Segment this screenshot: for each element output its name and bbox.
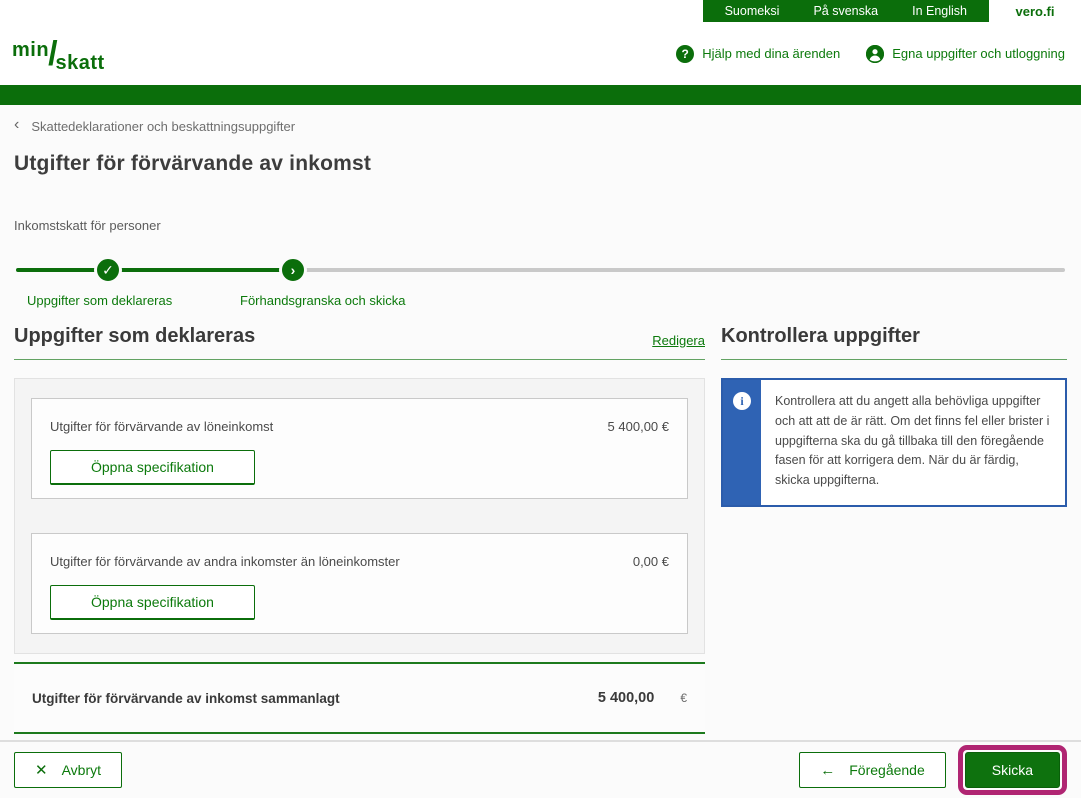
- page-subtitle: Inkomstskatt för personer: [14, 218, 1067, 233]
- expense-row: Utgifter för förvärvande av löneinkomst …: [50, 419, 669, 434]
- total-currency: €: [680, 691, 687, 705]
- open-specification-button-1[interactable]: Öppna specifikation: [50, 450, 255, 485]
- declared-info-section-head: Uppgifter som deklareras Redigera: [14, 325, 705, 360]
- lang-finnish-link[interactable]: Suomeksi: [725, 4, 780, 18]
- edit-link[interactable]: Redigera: [652, 333, 705, 348]
- declared-info-column: Uppgifter som deklareras Redigera Utgift…: [14, 325, 705, 734]
- main-content: ‹ Skattedeklarationer och beskattningsup…: [0, 105, 1081, 798]
- step-2-circle-current[interactable]: ›: [279, 256, 307, 284]
- expense-value: 5 400,00 €: [608, 419, 669, 434]
- progress-stepper: ✓ › Uppgifter som deklareras Förhandsgra…: [14, 257, 1067, 323]
- check-info-title: Kontrollera uppgifter: [721, 325, 920, 348]
- logo-text-skatt: skatt: [56, 52, 105, 74]
- declared-info-title: Uppgifter som deklareras: [14, 325, 255, 348]
- footer-action-bar: ✕ Avbryt ← Föregående Skicka: [14, 742, 1067, 798]
- total-value: 5 400,00: [598, 690, 654, 706]
- expense-card-other-income: Utgifter för förvärvande av andra inkoms…: [31, 533, 688, 634]
- total-label: Utgifter för förvärvande av inkomst samm…: [32, 691, 340, 706]
- step-1-circle-completed[interactable]: ✓: [94, 256, 122, 284]
- submit-button[interactable]: Skicka: [965, 752, 1060, 788]
- help-link-label: Hjälp med dina ärenden: [702, 46, 840, 61]
- total-amount-group: 5 400,00 €: [598, 690, 687, 706]
- green-accent-band: [0, 85, 1081, 105]
- check-info-section-head: Kontrollera uppgifter: [721, 325, 1067, 360]
- user-icon: [866, 45, 884, 63]
- info-box-stripe: i: [723, 380, 761, 505]
- lang-swedish-link[interactable]: På svenska: [813, 4, 878, 18]
- breadcrumb: ‹ Skattedeklarationer och beskattningsup…: [14, 105, 1067, 134]
- logo-text-min: min: [12, 39, 49, 61]
- stepper-track-remaining: [293, 268, 1065, 272]
- stepper-track-completed: [16, 268, 294, 272]
- total-row: Utgifter för förvärvande av inkomst samm…: [14, 662, 705, 734]
- arrow-left-icon: ←: [820, 763, 835, 778]
- open-specification-button-2[interactable]: Öppna specifikation: [50, 585, 255, 620]
- cancel-button-label: Avbryt: [62, 762, 101, 778]
- submit-highlight-ring: Skicka: [958, 745, 1067, 795]
- info-box: i Kontrollera att du angett alla behövli…: [721, 378, 1067, 507]
- step-2-label[interactable]: Förhandsgranska och skicka: [240, 293, 405, 308]
- expense-card-wage-income: Utgifter för förvärvande av löneinkomst …: [31, 398, 688, 499]
- back-chevron-icon: ‹: [14, 117, 19, 133]
- expense-label: Utgifter för förvärvande av löneinkomst: [50, 419, 273, 434]
- minskatt-logo[interactable]: min/skatt: [12, 37, 105, 71]
- header-links: ? Hjälp med dina ärenden Egna uppgifter …: [676, 45, 1065, 63]
- page-title: Utgifter för förvärvande av inkomst: [14, 152, 1067, 176]
- two-column-layout: Uppgifter som deklareras Redigera Utgift…: [14, 325, 1067, 734]
- account-link[interactable]: Egna uppgifter och utloggning: [866, 45, 1065, 63]
- help-link[interactable]: ? Hjälp med dina ärenden: [676, 45, 840, 63]
- step-1-label[interactable]: Uppgifter som deklareras: [27, 293, 172, 308]
- header: min/skatt ? Hjälp med dina ärenden Egna …: [0, 22, 1081, 85]
- language-bar: Suomeksi På svenska In English vero.fi: [0, 0, 1081, 22]
- previous-button-label: Föregående: [849, 762, 925, 778]
- chevron-right-icon: ›: [291, 263, 296, 277]
- account-link-label: Egna uppgifter och utloggning: [892, 46, 1065, 61]
- declared-items-panel: Utgifter för förvärvande av löneinkomst …: [14, 378, 705, 654]
- lang-english-link[interactable]: In English: [912, 4, 967, 18]
- close-icon: ✕: [35, 763, 48, 778]
- check-icon: ✓: [102, 263, 114, 277]
- breadcrumb-back-link[interactable]: Skattedeklarationer och beskattningsuppg…: [31, 119, 295, 134]
- expense-value: 0,00 €: [633, 554, 669, 569]
- cancel-button[interactable]: ✕ Avbryt: [14, 752, 122, 788]
- footer-right-group: ← Föregående Skicka: [799, 745, 1067, 795]
- vero-fi-link[interactable]: vero.fi: [989, 0, 1081, 22]
- help-icon: ?: [676, 45, 694, 63]
- info-icon: i: [733, 392, 751, 410]
- language-strip: Suomeksi På svenska In English: [703, 0, 989, 22]
- check-info-column: Kontrollera uppgifter i Kontrollera att …: [721, 325, 1067, 734]
- expense-label: Utgifter för förvärvande av andra inkoms…: [50, 554, 400, 569]
- info-box-text: Kontrollera att du angett alla behövliga…: [761, 380, 1065, 505]
- previous-button[interactable]: ← Föregående: [799, 752, 946, 788]
- expense-row: Utgifter för förvärvande av andra inkoms…: [50, 554, 669, 569]
